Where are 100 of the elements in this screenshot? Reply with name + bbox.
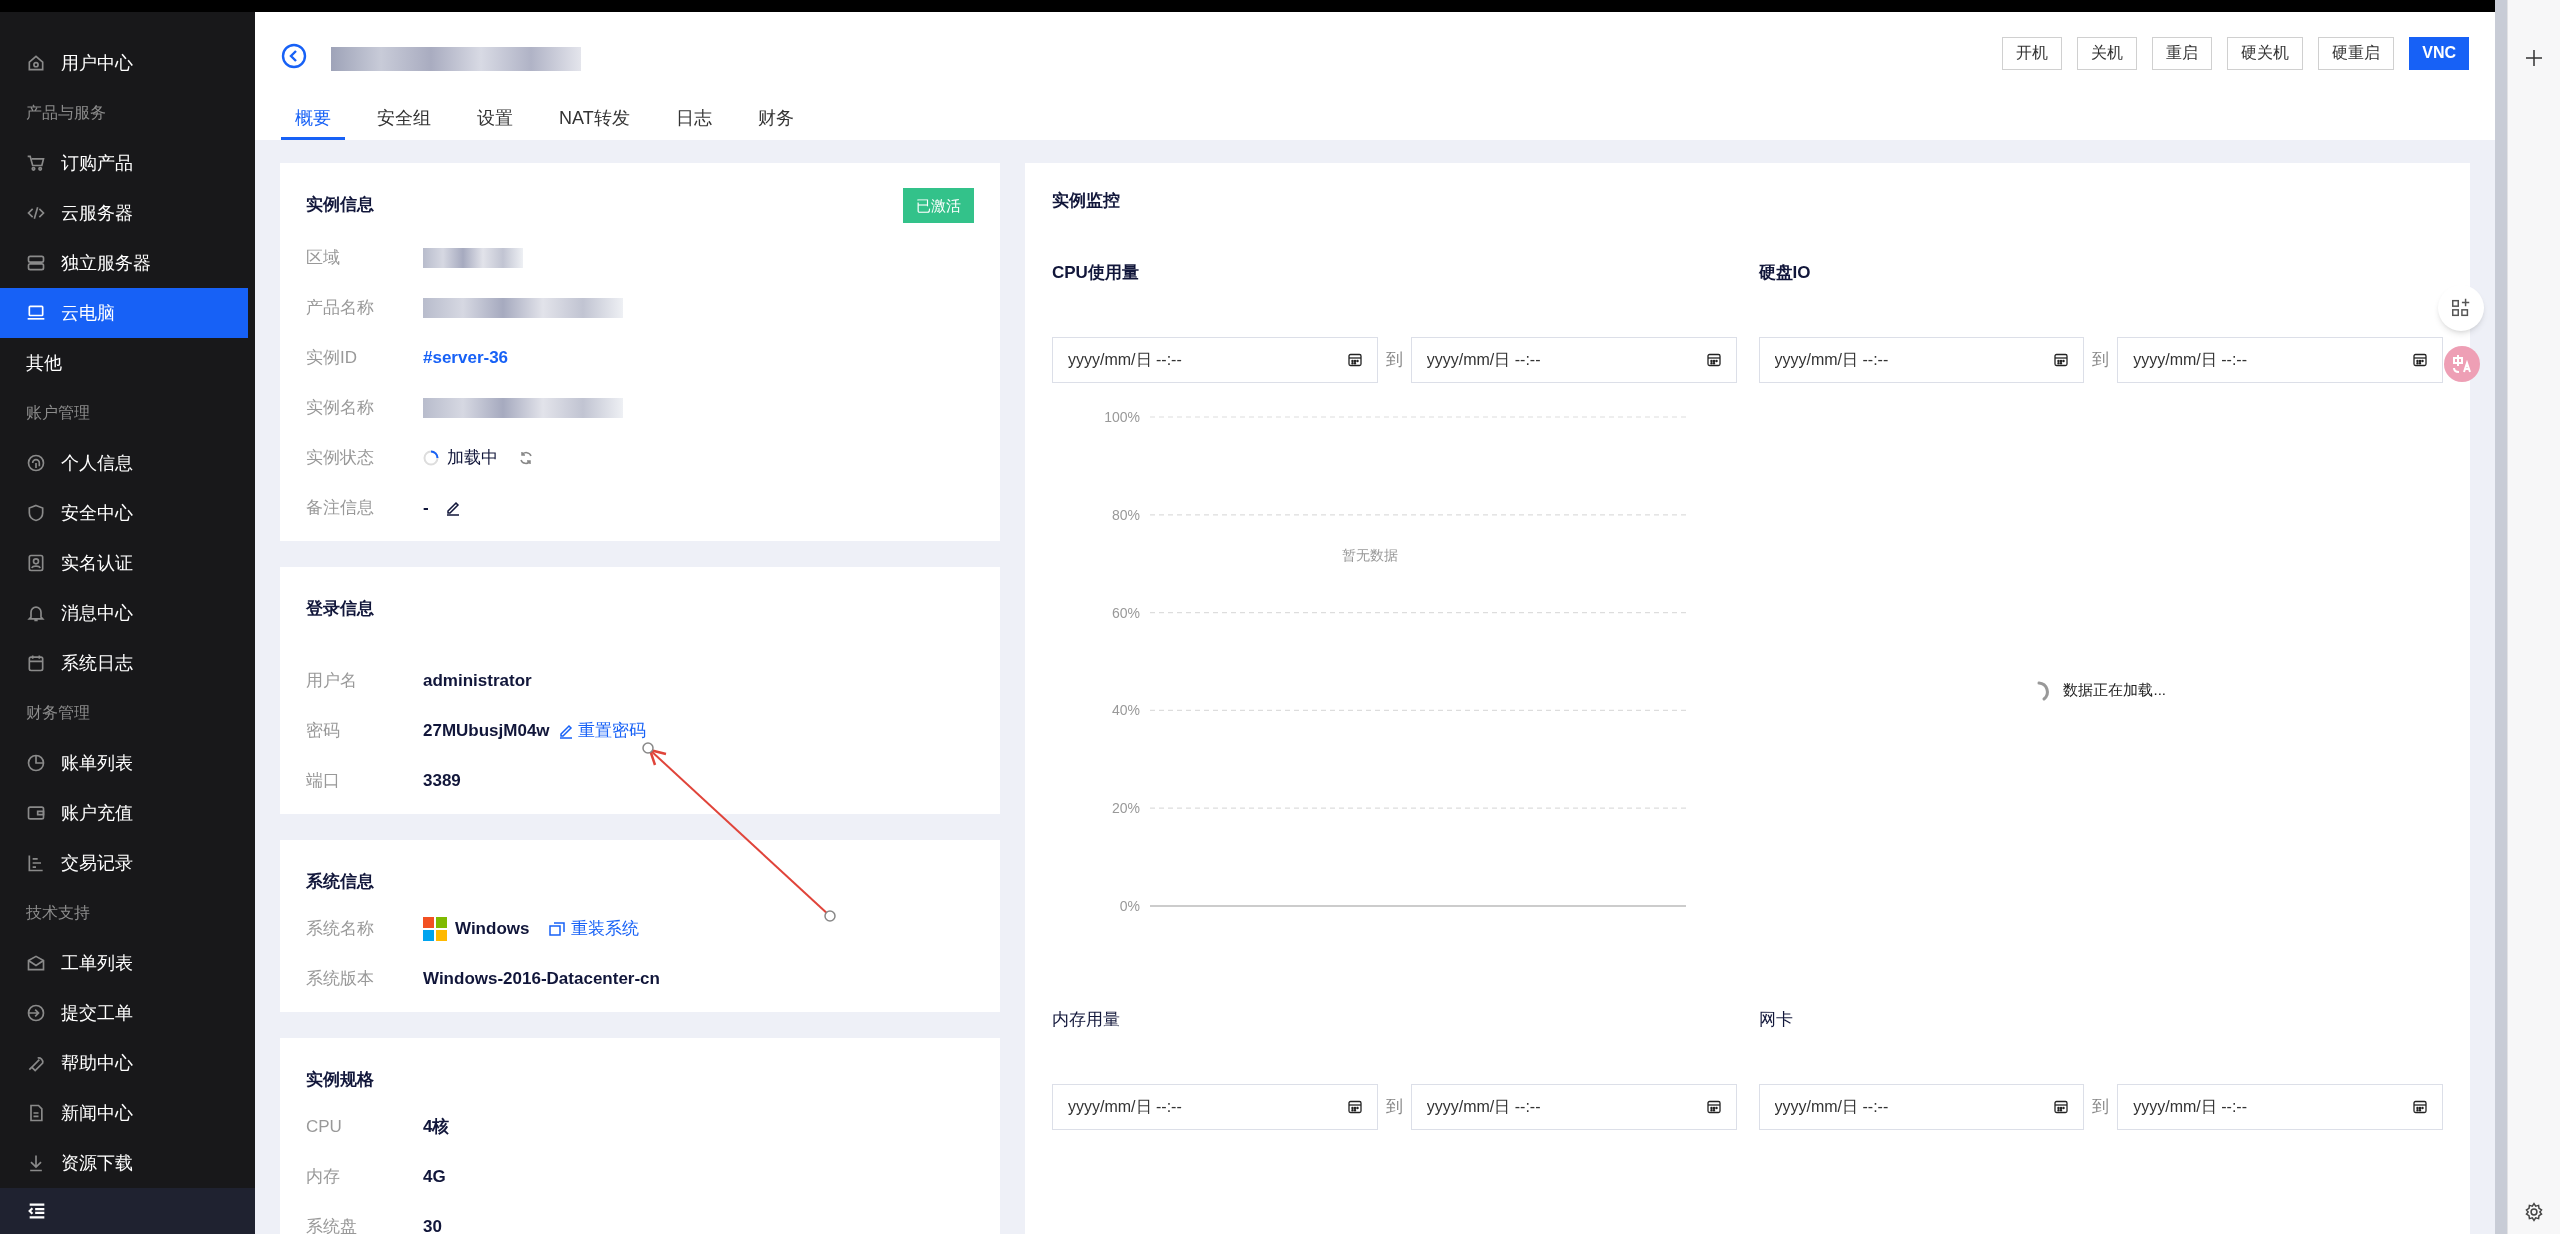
field-label: 端口: [306, 770, 341, 793]
date-field[interactable]: yyyy/mm/日 --:--: [1052, 337, 1378, 383]
date-field[interactable]: yyyy/mm/日 --:--: [1410, 337, 1737, 383]
action-button[interactable]: 重启: [2152, 36, 2213, 70]
chart-title: 内存用量: [1052, 1010, 1121, 1030]
action-button[interactable]: 开机: [2002, 36, 2063, 70]
reset-password-link[interactable]: 重置密码: [557, 718, 646, 744]
field-label: 内存: [306, 1166, 341, 1189]
action-button[interactable]: 硬重启: [2318, 36, 2395, 70]
instance-id-link[interactable]: #server-36: [423, 345, 509, 371]
range-separator: 到: [1385, 1096, 1403, 1119]
date-field[interactable]: yyyy/mm/日 --:--: [2117, 337, 2443, 383]
section-label: 财务管理: [25, 703, 91, 723]
calendar-icon[interactable]: [2412, 1099, 2428, 1115]
calendar-icon[interactable]: [1346, 1099, 1363, 1115]
axis-label: 80%: [1111, 506, 1140, 523]
sidebar-item[interactable]: 其他: [0, 338, 248, 388]
field-value: administrator: [423, 670, 532, 693]
apps-icon[interactable]: [2438, 285, 2484, 331]
scrollbar[interactable]: [2495, 0, 2507, 1234]
date-field[interactable]: yyyy/mm/日 --:--: [1052, 1084, 1378, 1130]
reinstall-link[interactable]: 重装系统: [549, 916, 640, 942]
date-field[interactable]: yyyy/mm/日 --:--: [2117, 1084, 2443, 1130]
list-icon: [26, 853, 46, 873]
sidebar-item[interactable]: 消息中心: [0, 588, 248, 638]
sidebar-item[interactable]: 新闻中心: [0, 1088, 248, 1138]
sidebar-item[interactable]: 系统日志: [0, 638, 248, 688]
edit-icon[interactable]: [444, 500, 461, 516]
date-field[interactable]: yyyy/mm/日 --:--: [1758, 1084, 2085, 1130]
chart-title: 硬盘IO: [1758, 263, 1812, 283]
sidebar-item[interactable]: 交易记录: [0, 838, 248, 888]
action-button[interactable]: 硬关机: [2227, 36, 2304, 70]
window-icon: [549, 921, 566, 937]
field-value: 4核: [423, 1116, 450, 1139]
home-icon: [26, 53, 46, 73]
field-label: CPU: [306, 1116, 343, 1139]
loading-message: 数据正在加载...: [2063, 680, 2166, 701]
sidebar-item[interactable]: 工单列表: [0, 938, 248, 988]
calendar-icon[interactable]: [2412, 352, 2428, 368]
calendar-icon[interactable]: [1705, 352, 1722, 368]
tab[interactable]: 财务: [743, 100, 808, 140]
sidebar-item[interactable]: 订购产品: [0, 138, 248, 188]
field-value: Windows-2016-Datacenter-cn: [423, 968, 660, 991]
section-label: 产品与服务: [25, 103, 107, 123]
field-label: 区域: [306, 247, 341, 270]
sidebar-item[interactable]: 帮助中心: [0, 1038, 248, 1088]
sidebar-item[interactable]: 资源下载: [0, 1138, 248, 1188]
field-label: 备注信息: [306, 497, 375, 520]
calendar-icon[interactable]: [1705, 1099, 1722, 1115]
sidebar-item[interactable]: 用户中心: [0, 38, 248, 88]
field-label: 系统版本: [306, 968, 375, 991]
sidebar-item[interactable]: 云服务器: [0, 188, 248, 238]
axis-label: 60%: [1111, 604, 1140, 621]
back-icon[interactable]: [281, 43, 307, 69]
date-field[interactable]: yyyy/mm/日 --:--: [1410, 1084, 1737, 1130]
empty-message: 暂无数据: [1342, 546, 1398, 565]
tab[interactable]: 设置: [463, 100, 527, 140]
field-value: -: [423, 497, 429, 520]
field-value: Windows: [455, 918, 530, 941]
range-separator: 到: [2092, 1096, 2110, 1119]
date-field[interactable]: yyyy/mm/日 --:--: [1758, 337, 2085, 383]
section-label: 技术支持: [25, 903, 91, 923]
range-separator: 到: [2092, 349, 2110, 372]
add-icon[interactable]: [2524, 48, 2544, 68]
axis-label: 40%: [1111, 702, 1140, 719]
chart-title: CPU使用量: [1052, 263, 1140, 283]
settings-icon[interactable]: [2524, 1202, 2544, 1222]
sign-in-icon: [26, 1003, 46, 1023]
tab[interactable]: 安全组: [363, 100, 445, 140]
calendar-icon[interactable]: [2053, 1099, 2070, 1115]
field-label: 系统名称: [306, 918, 375, 941]
card-title: 实例信息: [306, 194, 374, 217]
range-separator: 到: [1385, 349, 1403, 372]
sidebar-item[interactable]: 账单列表: [0, 738, 248, 788]
sidebar-item[interactable]: 提交工单: [0, 988, 248, 1038]
sidebar-item[interactable]: 安全中心: [0, 488, 248, 538]
tab[interactable]: 概要: [281, 100, 345, 140]
id-card-icon: [26, 553, 46, 573]
card-title: 系统信息: [306, 871, 374, 894]
tab[interactable]: NAT转发: [545, 100, 644, 140]
refresh-icon[interactable]: [518, 450, 534, 466]
edit-icon: [557, 723, 574, 739]
action-button[interactable]: 关机: [2077, 36, 2138, 70]
tab[interactable]: 日志: [661, 100, 726, 140]
field-label: 产品名称: [306, 297, 375, 320]
field-label: 实例名称: [306, 397, 375, 420]
field-label: 实例状态: [306, 447, 375, 470]
sidebar-item[interactable]: 独立服务器: [0, 238, 248, 288]
sidebar-item[interactable]: 实名认证: [0, 538, 248, 588]
section-label: 账户管理: [25, 403, 91, 423]
vnc-button[interactable]: VNC: [2409, 36, 2469, 70]
calendar-icon[interactable]: [1346, 352, 1363, 368]
server-icon: [26, 253, 46, 273]
windows-logo-icon: [423, 917, 447, 941]
calendar-icon[interactable]: [2053, 352, 2070, 368]
sidebar-item[interactable]: 账户充值: [0, 788, 248, 838]
axis-label: 100%: [1104, 409, 1140, 425]
sidebar-item[interactable]: 个人信息: [0, 438, 248, 488]
axis-label: 0%: [1119, 898, 1140, 914]
sidebar-item[interactable]: 云电脑: [0, 288, 248, 338]
